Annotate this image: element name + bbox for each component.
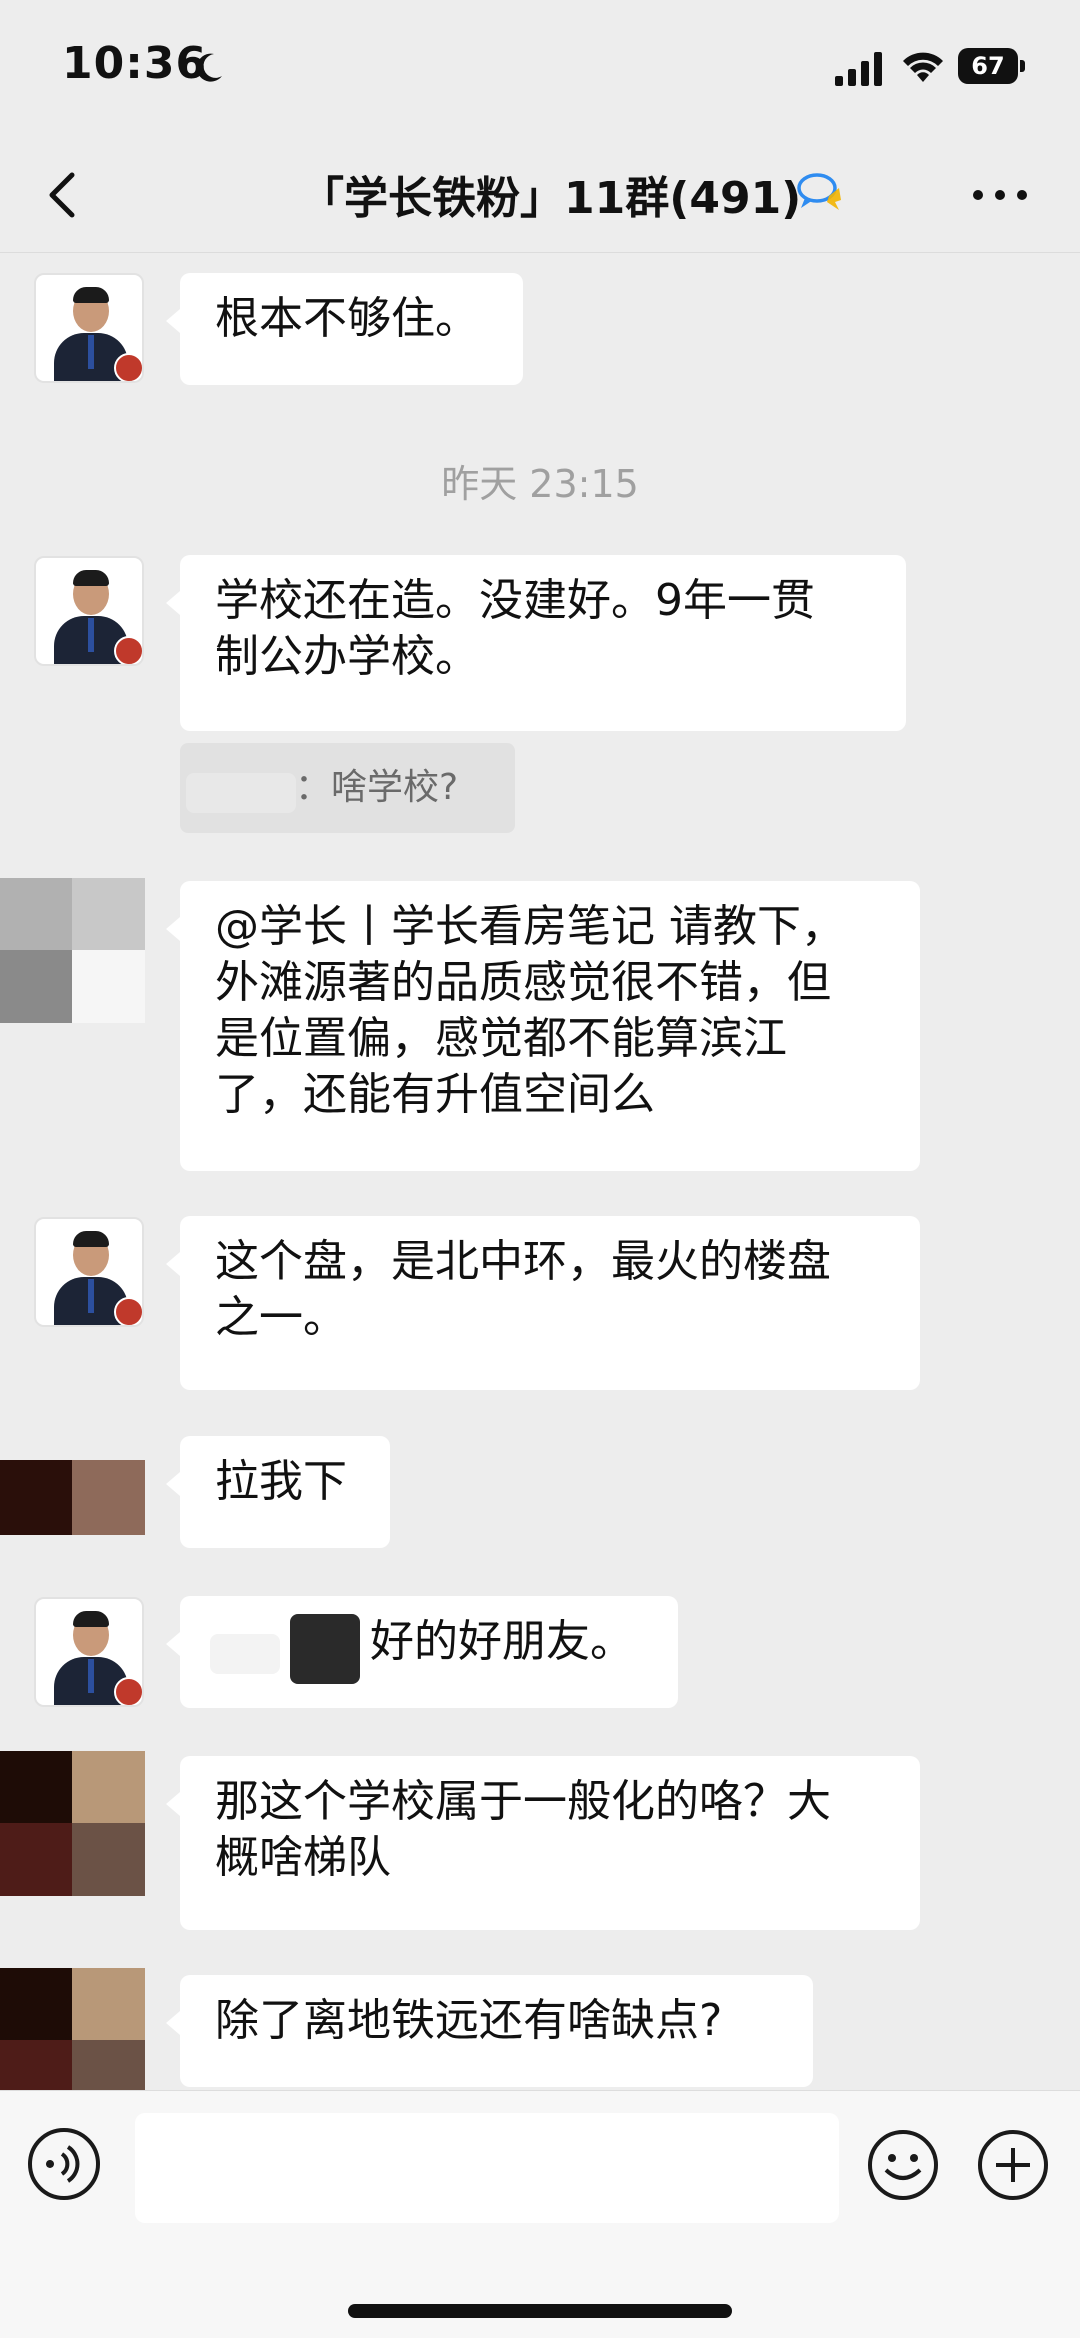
message-text-line: 概啥梯队 [215,1832,391,1883]
avatar[interactable] [34,1597,144,1707]
avatar-pixel [0,1751,72,1823]
avatar[interactable] [0,878,145,1023]
message-list[interactable]: 根本不够住。 昨天 23:15 学校还在造。没建好。9年一贯 制公办学校。 ：啥… [0,253,1080,2103]
chat-title: 「学长铁粉」11群(491) [300,173,802,224]
avatar[interactable] [0,1751,145,1896]
battery-tip [1020,60,1025,72]
plus-icon[interactable] [976,2128,1050,2202]
more-dots-icon[interactable] [970,180,1030,210]
avatar[interactable] [34,556,144,666]
message-bubble[interactable]: 这个盘，是北中环，最火的楼盘 之一。 [166,1216,920,1390]
avatar-pixel [0,1968,72,2040]
message-bubble[interactable]: 学校还在造。没建好。9年一贯 制公办学校。 [166,555,906,731]
avatar[interactable] [0,1460,145,1535]
message-text: 根本不够住。 [215,293,479,344]
avatar-pixel [0,1823,72,1896]
input-bar [0,2090,1080,2338]
avatar-tie [88,335,94,369]
avatar-pixel [0,878,72,950]
avatar-pixel [0,1460,72,1535]
avatar-pixel [72,1968,145,2040]
message-bubble[interactable]: @学长丨学长看房笔记 请教下， 外滩源著的品质感觉很不错，但 是位置偏，感觉都不… [166,881,920,1171]
avatar-badge-icon [114,1297,142,1325]
avatar-tie [88,1279,94,1313]
message-bubble[interactable]: 那这个学校属于一般化的咯？大 概啥梯队 [166,1756,920,1930]
avatar-pixel [72,1751,145,1823]
avatar-tie [88,1659,94,1693]
message-text-line: 之一。 [215,1292,347,1343]
avatar-badge-icon [114,353,142,381]
message-text-line: 是位置偏，感觉都不能算滨江 [215,1013,787,1064]
voice-icon [46,2145,80,2183]
message-text: 好的好朋友。 [370,1616,634,1667]
message-bubble[interactable]: 除了离地铁远还有啥缺点? [166,1975,813,2087]
message-text-line: 了，还能有升值空间么 [215,1069,655,1120]
avatar-pixel [72,1460,145,1535]
message-input[interactable] [135,2113,839,2223]
avatar-hair [73,1231,109,1247]
status-time: 10:36 [62,38,208,89]
message-bubble[interactable]: 根本不够住。 [166,273,523,385]
message-text-line: 学校还在造。没建好。9年一贯 [215,575,815,626]
quoted-message[interactable]: ：啥学校? [180,743,515,833]
avatar-pixel [0,950,72,1023]
message-bubble[interactable]: 好的好朋友。 [166,1596,678,1708]
signal-icon [835,52,882,86]
status-bar: 10:36 67 [0,0,1080,140]
voice-input-button[interactable] [28,2128,100,2200]
moon-icon [196,53,222,82]
avatar-badge-icon [114,1677,142,1705]
chat-bubbles-icon[interactable] [795,170,845,216]
avatar[interactable] [0,1968,145,2103]
message-text-line: 那这个学校属于一般化的咯？大 [215,1776,831,1827]
message-text-line: 外滩源著的品质感觉很不错，但 [215,957,831,1008]
message-text-line: @学长丨学长看房笔记 请教下， [215,901,845,952]
back-arrow-icon[interactable] [40,160,100,230]
message-text: 拉我下 [215,1456,347,1507]
wifi-icon [903,52,943,82]
message-text-line: 这个盘，是北中环，最火的楼盘 [215,1236,831,1287]
avatar-hair [73,287,109,303]
quote-text: ：啥学校? [295,767,459,808]
battery-icon: 67 [958,48,1028,86]
battery-level: 67 [958,48,1018,84]
home-indicator [348,2304,732,2318]
redacted-name [186,773,296,813]
redacted-mention [290,1614,360,1684]
avatar-hair [73,570,109,586]
avatar-hair [73,1611,109,1627]
timestamp: 昨天 23:15 [441,462,639,506]
redacted-mention [210,1634,280,1674]
message-bubble[interactable]: 拉我下 [166,1436,390,1548]
avatar[interactable] [34,1217,144,1327]
avatar-badge-icon [114,636,142,664]
nav-bar: 「学长铁粉」11群(491) [0,140,1080,253]
avatar-pixel [72,878,145,950]
avatar-pixel [72,950,145,1023]
message-text: 除了离地铁远还有啥缺点? [215,1995,723,2046]
message-text-line: 制公办学校。 [215,631,479,682]
emoji-icon[interactable] [866,2128,940,2202]
avatar-tie [88,618,94,652]
avatar-pixel [72,1823,145,1896]
avatar[interactable] [34,273,144,383]
